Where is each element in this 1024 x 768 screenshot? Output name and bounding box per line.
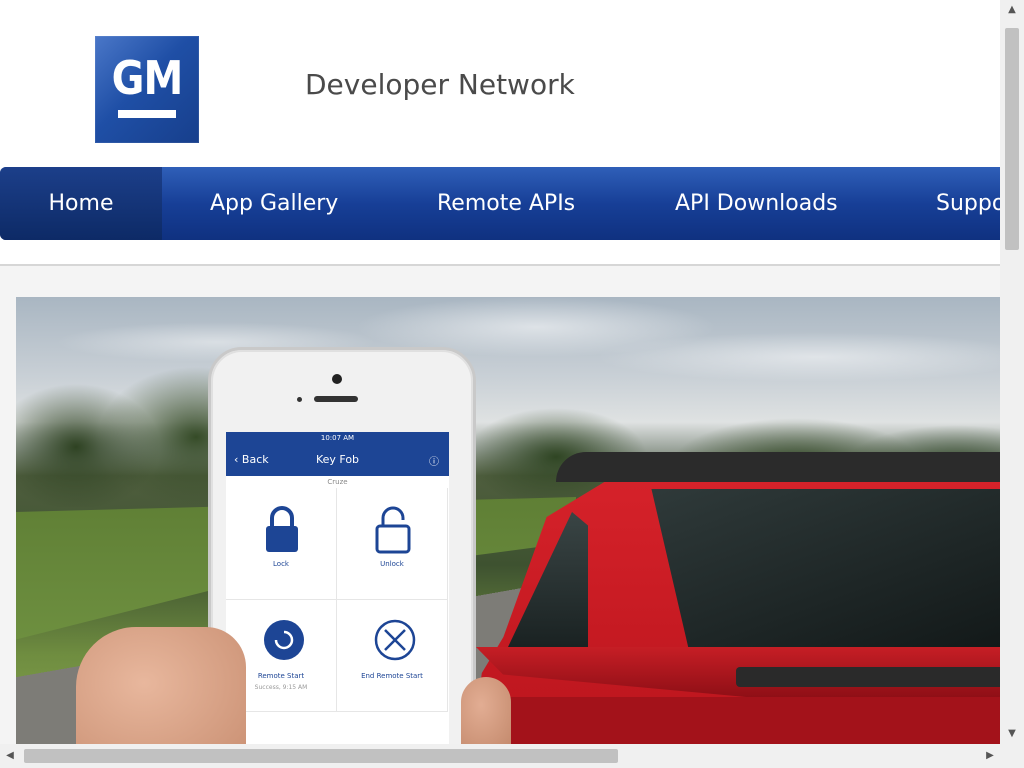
- logo-underline: [118, 110, 176, 118]
- end-remote-start-icon: [374, 619, 416, 661]
- scroll-right-icon[interactable]: ▶: [980, 744, 1000, 768]
- tile-end-remote-start-label: End Remote Start: [361, 672, 423, 680]
- smartphone: 10:07 AM ‹ Back Key Fob ⓘ Cruze Lock Unl…: [208, 347, 476, 744]
- car-rear-window: [651, 489, 1000, 649]
- hand-finger: [461, 677, 511, 744]
- vertical-scrollbar[interactable]: ▲ ▼: [1000, 0, 1024, 744]
- scroll-up-icon[interactable]: ▲: [1000, 0, 1024, 20]
- hero-banner-image: 10:07 AM ‹ Back Key Fob ⓘ Cruze Lock Unl…: [16, 297, 1000, 744]
- remote-start-icon: [264, 620, 304, 660]
- horizontal-scrollbar[interactable]: ◀ ▶: [0, 744, 1000, 768]
- horizontal-scroll-thumb[interactable]: [24, 749, 618, 763]
- tile-end-remote-start: End Remote Start: [337, 600, 448, 712]
- phone-speaker: [314, 396, 358, 402]
- hand-thumb: [76, 627, 246, 744]
- main-nav: Home App Gallery Remote APIs API Downloa…: [0, 167, 1000, 240]
- car-lower-body: [496, 697, 1000, 744]
- tile-unlock-label: Unlock: [380, 560, 404, 568]
- phone-screen-title: Key Fob: [315, 453, 360, 466]
- nav-support[interactable]: Support: [936, 167, 1000, 240]
- nav-app-gallery[interactable]: App Gallery: [210, 167, 338, 240]
- info-icon: ⓘ: [429, 457, 439, 468]
- phone-sensor: [297, 397, 302, 402]
- car-tail-light: [736, 667, 1000, 687]
- logo-text: GM: [111, 52, 184, 106]
- nav-home[interactable]: Home: [0, 167, 162, 240]
- page-viewport: GM Developer Network Home App Gallery Re…: [0, 0, 1000, 744]
- site-title: Developer Network: [305, 68, 575, 101]
- scroll-down-icon[interactable]: ▼: [1000, 724, 1024, 744]
- nav-remote-apis[interactable]: Remote APIs: [437, 167, 575, 240]
- phone-status-bar: 10:07 AM: [226, 432, 449, 444]
- unlock-icon: [375, 506, 411, 554]
- gm-logo[interactable]: GM: [95, 36, 199, 143]
- tile-lock: Lock: [226, 488, 337, 600]
- phone-screen: 10:07 AM ‹ Back Key Fob ⓘ Cruze Lock Unl…: [226, 432, 449, 744]
- phone-camera: [332, 374, 342, 384]
- phone-app-bar: ‹ Back Key Fob ⓘ: [226, 444, 449, 476]
- nav-api-downloads[interactable]: API Downloads: [675, 167, 838, 240]
- scroll-left-icon[interactable]: ◀: [0, 744, 20, 768]
- scrollbar-corner: [1000, 744, 1024, 768]
- car-roof: [556, 452, 1000, 482]
- tile-lock-label: Lock: [273, 560, 289, 568]
- tile-unlock: Unlock: [337, 488, 448, 600]
- phone-vehicle-name: Cruze: [327, 478, 348, 486]
- vertical-scroll-thumb[interactable]: [1005, 28, 1019, 250]
- lock-icon: [266, 506, 298, 552]
